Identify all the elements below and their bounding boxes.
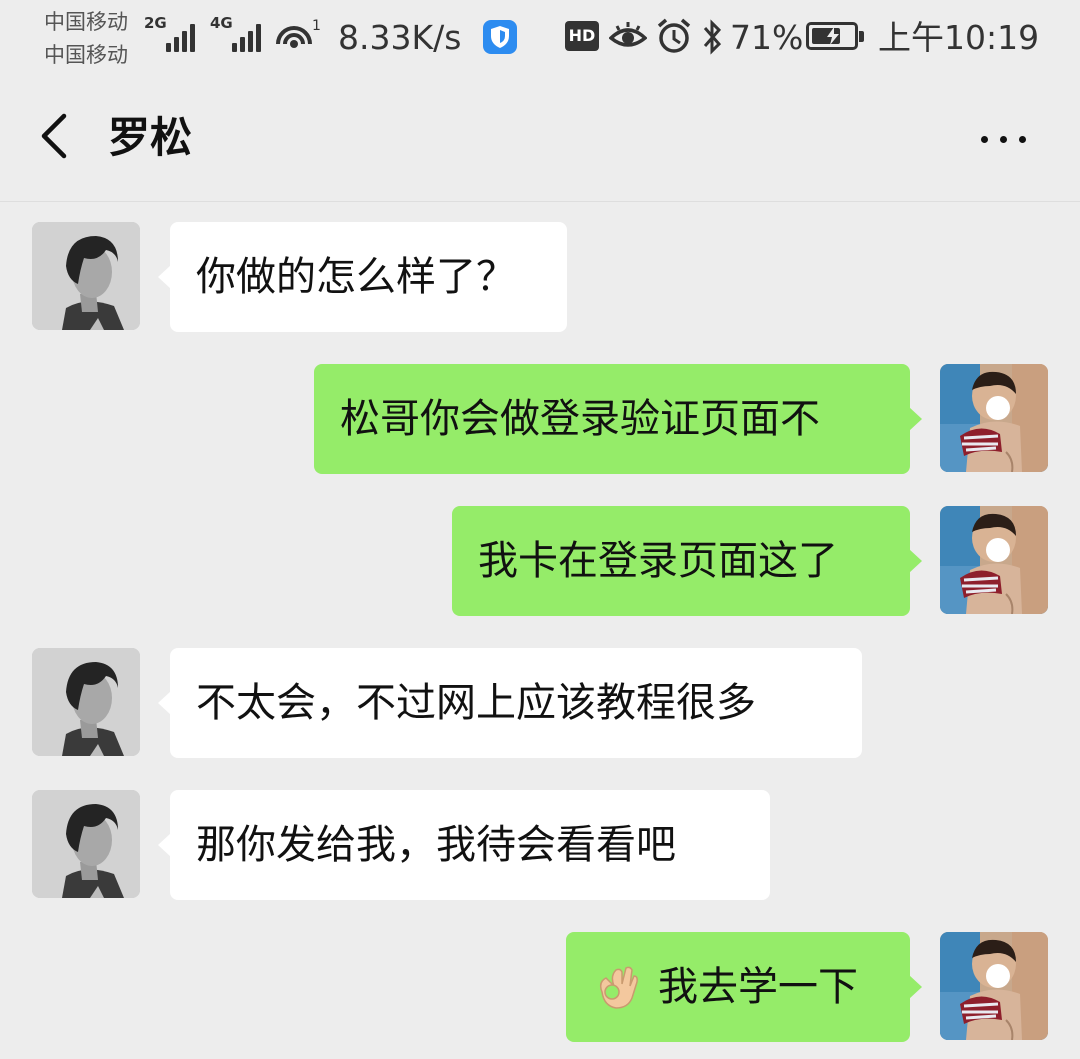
contact-name-title: 罗松 [108,113,193,162]
carrier-names: 中国移动 中国移动 [44,6,128,72]
outgoing-message-bubble[interactable]: 松哥你会做登录验证页面不 [314,364,922,474]
outgoing-message-text: 我去学一下 [658,964,858,1010]
carrier-2-label: 中国移动 [44,43,128,67]
outgoing-message-bubble[interactable]: 我去学一下 [566,932,922,1042]
chat-header: 罗松 [0,76,1080,202]
alarm-icon [656,17,692,59]
contact-avatar[interactable] [32,648,140,756]
carrier-1-label: 中国移动 [44,10,128,34]
my-avatar[interactable] [940,364,1048,472]
security-shield-icon [483,20,517,54]
incoming-message-bubble[interactable]: 你做的怎么样了？ [158,222,567,332]
outgoing-message-bubble[interactable]: 我卡在登录页面这了 [452,506,922,616]
chevron-left-icon [41,113,67,159]
battery-percentage: 71% [730,18,804,57]
battery-charging-icon [806,22,864,50]
my-avatar[interactable] [940,506,1048,614]
back-button[interactable] [30,106,80,166]
message-list[interactable]: 你做的怎么样了？ 松哥你会做登录验证页面不 我卡在登录页面这了 不太会，不过网上… [0,202,1080,1059]
hd-voice-icon: HD [565,21,599,51]
contact-avatar[interactable] [32,222,140,330]
network-speed: 8.33K/s [338,18,462,57]
incoming-message-bubble[interactable]: 那你发给我，我待会看看吧 [158,790,770,900]
hotspot-icon: 1 [274,16,324,56]
my-avatar[interactable] [940,932,1048,1040]
eye-comfort-icon [608,20,648,58]
more-options-button[interactable] [970,114,1036,164]
ok-hand-emoji-icon [599,966,638,1009]
signal-strength-1-icon: 2G [144,16,200,52]
status-bar: 中国移动 中国移动 2G 4G 1 8.33K/s HD 71% 上午10:19 [0,0,1080,76]
signal-2-network-label: 4G [210,14,233,32]
wechat-chat-screen: 中国移动 中国移动 2G 4G 1 8.33K/s HD 71% 上午10:19… [0,0,1080,1059]
contact-avatar[interactable] [32,790,140,898]
incoming-message-bubble[interactable]: 不太会，不过网上应该教程很多 [158,648,862,758]
hotspot-count-badge: 1 [312,18,321,34]
status-time: 上午10:19 [878,18,1040,57]
bluetooth-icon [701,18,725,60]
signal-strength-2-icon: 4G [210,16,266,52]
signal-1-network-label: 2G [144,14,167,32]
